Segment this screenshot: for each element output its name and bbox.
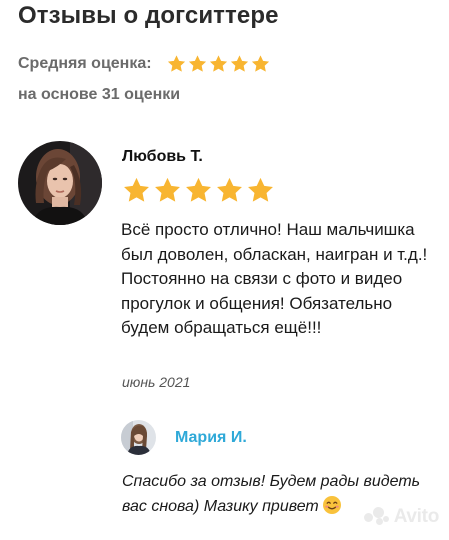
star-icon bbox=[217, 177, 242, 202]
star-icon bbox=[167, 55, 185, 72]
star-icon bbox=[188, 55, 206, 72]
star-icon bbox=[251, 55, 269, 72]
avito-watermark: Avito bbox=[363, 506, 440, 528]
average-rating-stars bbox=[166, 54, 271, 74]
avito-watermark-text: Avito bbox=[393, 506, 440, 527]
review-rating-stars bbox=[121, 176, 276, 205]
page-title: Отзывы о догситтере bbox=[18, 2, 279, 29]
star-icon bbox=[230, 55, 248, 72]
rating-count: на основе 31 оценки bbox=[18, 86, 181, 103]
review-date: июнь 2021 bbox=[122, 374, 191, 390]
reply-author-avatar[interactable] bbox=[121, 420, 156, 455]
avito-logo-icon bbox=[363, 507, 390, 527]
reply-author-name[interactable]: Мария И. bbox=[175, 429, 247, 447]
reviewer-name[interactable]: Любовь Т. bbox=[122, 148, 203, 166]
average-rating-row: Средняя оценка: bbox=[18, 52, 271, 76]
star-icon bbox=[124, 177, 149, 202]
star-icon bbox=[209, 55, 227, 72]
star-icon bbox=[248, 177, 273, 202]
star-icon bbox=[155, 177, 180, 202]
review-text: Всё просто отлично! Наш мальчишка был до… bbox=[121, 220, 428, 337]
average-rating-label: Средняя оценка: bbox=[18, 55, 152, 72]
smiling-face-with-hearts-icon bbox=[322, 496, 341, 514]
reviewer-avatar[interactable] bbox=[18, 141, 102, 225]
star-icon bbox=[186, 177, 211, 202]
